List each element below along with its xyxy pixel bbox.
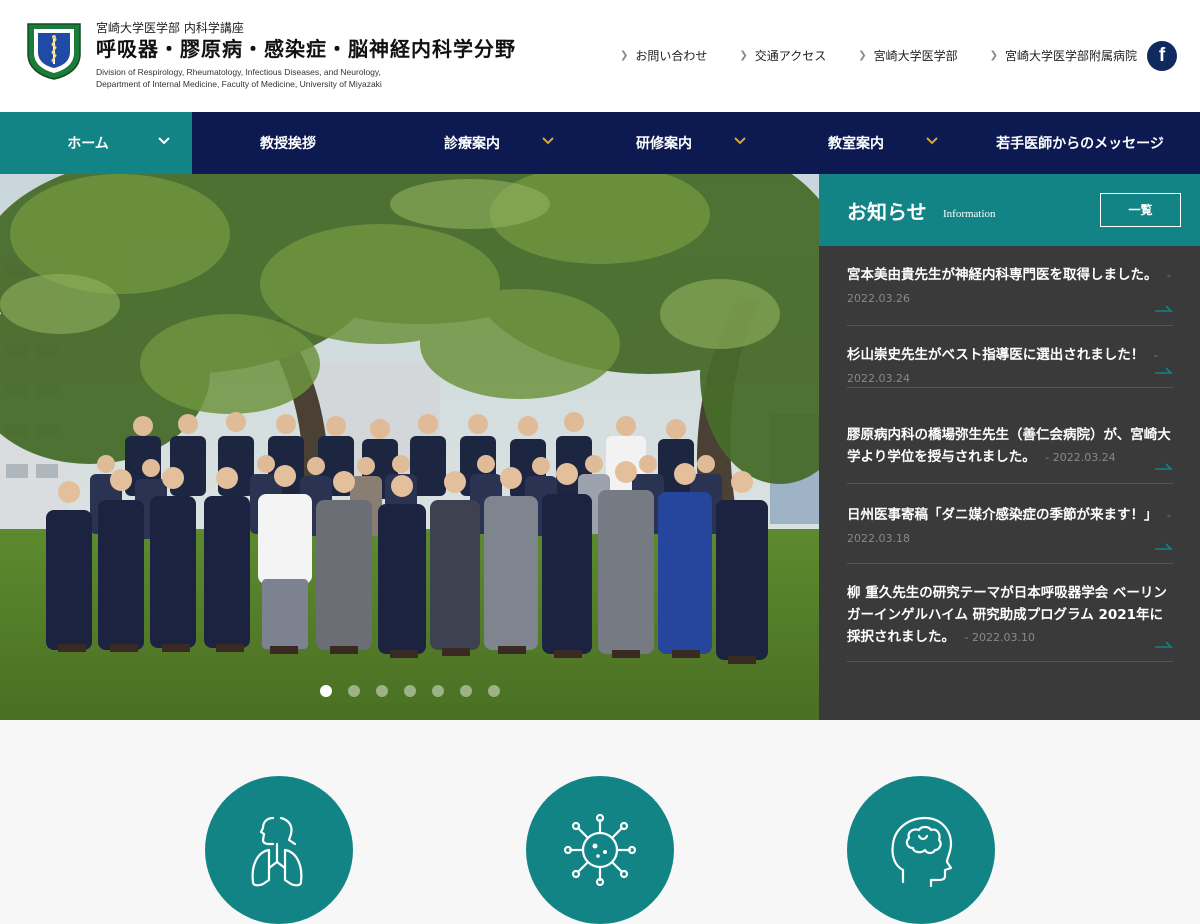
arrow-right-icon [1155,543,1173,550]
access-link[interactable]: ❯ 交通アクセス [739,47,826,64]
news-item[interactable]: 杉山崇史先生がベスト指導医に選出されました！ - 2022.03.24 [847,344,1173,388]
nav-home[interactable]: ホーム [0,112,192,174]
news-item-text: 宮本美由貴先生が神経内科専門医を取得しました。 [847,267,1158,283]
chevron-right-icon: ❯ [739,50,748,61]
news-item[interactable]: 柳 重久先生の研究テーマが日本呼吸器学会 ベーリンガーインゲルハイム 研究助成プ… [847,582,1173,662]
nav-clinical[interactable]: 診療案内 [384,112,576,174]
nav-messages-label: 若手医師からのメッセージ [996,136,1164,152]
hospital-link[interactable]: ❯ 宮崎大学医学部附属病院 [990,47,1137,64]
slider-dot[interactable] [432,685,444,697]
slider-dot[interactable] [348,685,360,697]
chevron-right-icon: ❯ [989,50,998,61]
arrow-right-icon [1155,463,1173,470]
nav-messages[interactable]: 若手医師からのメッセージ [960,112,1200,174]
news-item[interactable]: 膠原病内科の橋場弥生先生（善仁会病院）が、宮崎大学より学位を授与されました。 -… [847,424,1173,484]
nav-training[interactable]: 研修案内 [576,112,768,174]
chevron-down-icon [734,134,746,145]
news-item-date: 2022.03.10 [971,631,1035,644]
facebook-icon[interactable]: f [1147,41,1177,71]
site-brand[interactable]: 宮崎大学医学部 内科学講座 呼吸器・膠原病・感染症・脳神経内科学分野 Divis… [96,20,516,90]
virus-icon [563,813,637,887]
nav-department[interactable]: 教室案内 [768,112,960,174]
nav-greeting[interactable]: 教授挨拶 [192,112,384,174]
lungs-icon [251,816,303,887]
chevron-right-icon: ❯ [858,50,867,61]
main-navigation: ホーム 教授挨拶 診療案内 研修案内 教室案内 若手医師からのメッセージ [0,112,1200,174]
contact-link[interactable]: ❯ お問い合わせ [620,47,707,64]
news-item[interactable]: 日州医事寄稿「ダニ媒介感染症の季節が来ます！」 - 2022.03.18 [847,504,1173,564]
chevron-right-icon: ❯ [620,50,629,61]
english-name-line1: Division of Respirology, Rheumatology, I… [96,67,381,77]
respiratory-feature-link[interactable] [205,776,353,924]
group-photo [0,174,819,720]
news-header: お知らせ Information 一覧 [819,174,1200,246]
news-list-button[interactable]: 一覧 [1100,193,1181,227]
news-title-en: Information [943,208,996,220]
news-item-date: 2022.03.24 [847,372,910,385]
chevron-down-icon [158,134,170,145]
contact-link-label: お問い合わせ [635,49,708,63]
department-subtitle: 宮崎大学医学部 内科学講座 [96,21,244,35]
slider-dot[interactable] [320,685,332,697]
hospital-link-label: 宮崎大学医学部附属病院 [1005,49,1138,63]
slider-dot[interactable] [488,685,500,697]
arrow-right-icon [1155,305,1173,312]
nav-home-label: ホーム [67,136,109,152]
nav-clinical-label: 診療案内 [444,136,500,152]
slider-dot[interactable] [404,685,416,697]
hero-slider[interactable] [0,174,819,720]
slider-dot[interactable] [376,685,388,697]
site-title: 呼吸器・膠原病・感染症・脳神経内科学分野 [96,37,516,61]
english-name-line2: Department of Internal Medicine, Faculty… [96,79,382,89]
news-item-date: 2022.03.18 [847,532,910,545]
nav-training-label: 研修案内 [636,136,692,152]
utility-links: ❯ お問い合わせ ❯ 交通アクセス ❯ 宮崎大学医学部 ❯ 宮崎大学医学部附属病院 [620,47,1169,64]
neurology-feature-link[interactable] [847,776,995,924]
news-item-date: 2022.03.26 [847,292,910,305]
arrow-right-icon [1155,367,1173,374]
brain-head-icon [891,816,953,888]
news-item-text: 膠原病内科の橋場弥生先生（善仁会病院）が、宮崎大学より学位を授与されました。 [847,427,1171,465]
slider-dot[interactable] [460,685,472,697]
slider-pagination [320,685,516,697]
news-item-date: 2022.03.24 [1052,451,1116,464]
news-item[interactable]: 宮本美由貴先生が神経内科専門医を取得しました。 - 2022.03.26 [847,264,1173,326]
arrow-right-icon [1155,641,1173,648]
infectious-disease-feature-link[interactable] [526,776,674,924]
site-header: 宮崎大学医学部 内科学講座 呼吸器・膠原病・感染症・脳神経内科学分野 Divis… [0,0,1200,112]
news-title: お知らせ [847,200,927,224]
chevron-down-icon [926,134,938,145]
faculty-link-label: 宮崎大学医学部 [873,49,958,63]
nav-greeting-label: 教授挨拶 [260,136,316,152]
nav-department-label: 教室案内 [828,136,884,152]
faculty-link[interactable]: ❯ 宮崎大学医学部 [858,47,957,64]
chevron-down-icon [542,134,554,145]
feature-section [0,720,1200,924]
news-item-text: 日州医事寄稿「ダニ媒介感染症の季節が来ます！」 [847,507,1158,523]
access-link-label: 交通アクセス [754,49,827,63]
news-panel: お知らせ Information 一覧 宮本美由貴先生が神経内科専門医を取得しま… [819,174,1200,720]
university-seal-logo[interactable] [24,20,84,80]
news-item-text: 杉山崇史先生がベスト指導医に選出されました！ [847,347,1145,363]
